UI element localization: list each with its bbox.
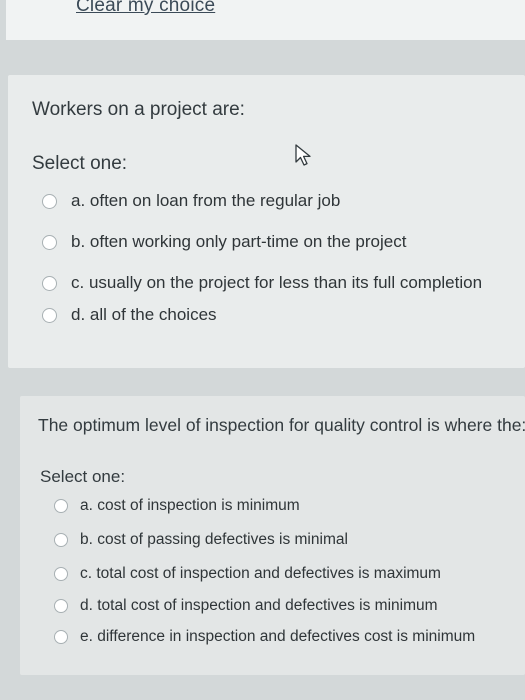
option-label: a. often on loan from the regular job xyxy=(71,191,341,210)
question-2-option-e[interactable]: e. difference in inspection and defectiv… xyxy=(54,628,475,646)
option-label: c. usually on the project for less than … xyxy=(71,273,483,292)
radio-button[interactable] xyxy=(54,533,68,547)
option-label: e. difference in inspection and defectiv… xyxy=(80,628,476,645)
option-label: a. cost of inspection is minimum xyxy=(80,497,300,514)
clear-my-choice-link[interactable]: Clear my choice xyxy=(76,0,215,17)
question-1-option-b[interactable]: b. often working only part-time on the p… xyxy=(42,232,406,252)
radio-button[interactable] xyxy=(54,499,68,513)
radio-button[interactable] xyxy=(54,630,68,644)
radio-button[interactable] xyxy=(42,234,57,250)
option-label: b. often working only part-time on the p… xyxy=(71,232,407,251)
option-label: d. all of the choices xyxy=(71,305,217,324)
question-1-select-label: Select one: xyxy=(32,153,128,174)
question-2-text: The optimum level of inspection for qual… xyxy=(38,415,525,435)
question-1-option-c[interactable]: c. usually on the project for less than … xyxy=(42,273,482,293)
question-1-card: Workers on a project are: Select one: a.… xyxy=(8,75,525,368)
question-2-option-a[interactable]: a. cost of inspection is minimum xyxy=(54,497,300,515)
previous-question-footer: Clear my choice xyxy=(6,0,525,40)
option-label: c. total cost of inspection and defectiv… xyxy=(80,565,441,582)
radio-button[interactable] xyxy=(54,599,68,613)
radio-button[interactable] xyxy=(42,307,57,323)
question-1-option-a[interactable]: a. often on loan from the regular job xyxy=(42,191,340,211)
option-label: d. total cost of inspection and defectiv… xyxy=(80,597,438,614)
radio-button[interactable] xyxy=(42,275,57,291)
option-label: b. cost of passing defectives is minimal xyxy=(80,531,348,548)
mouse-pointer-icon xyxy=(295,144,311,166)
radio-button[interactable] xyxy=(42,193,57,209)
question-1-option-d[interactable]: d. all of the choices xyxy=(42,305,217,325)
question-2-option-d[interactable]: d. total cost of inspection and defectiv… xyxy=(54,597,438,615)
question-1-text: Workers on a project are: xyxy=(32,99,245,120)
radio-button[interactable] xyxy=(54,567,68,581)
question-2-option-c[interactable]: c. total cost of inspection and defectiv… xyxy=(54,565,441,583)
question-2-select-label: Select one: xyxy=(40,467,126,486)
question-2-card: The optimum level of inspection for qual… xyxy=(20,396,525,675)
question-2-option-b[interactable]: b. cost of passing defectives is minimal xyxy=(54,531,348,549)
